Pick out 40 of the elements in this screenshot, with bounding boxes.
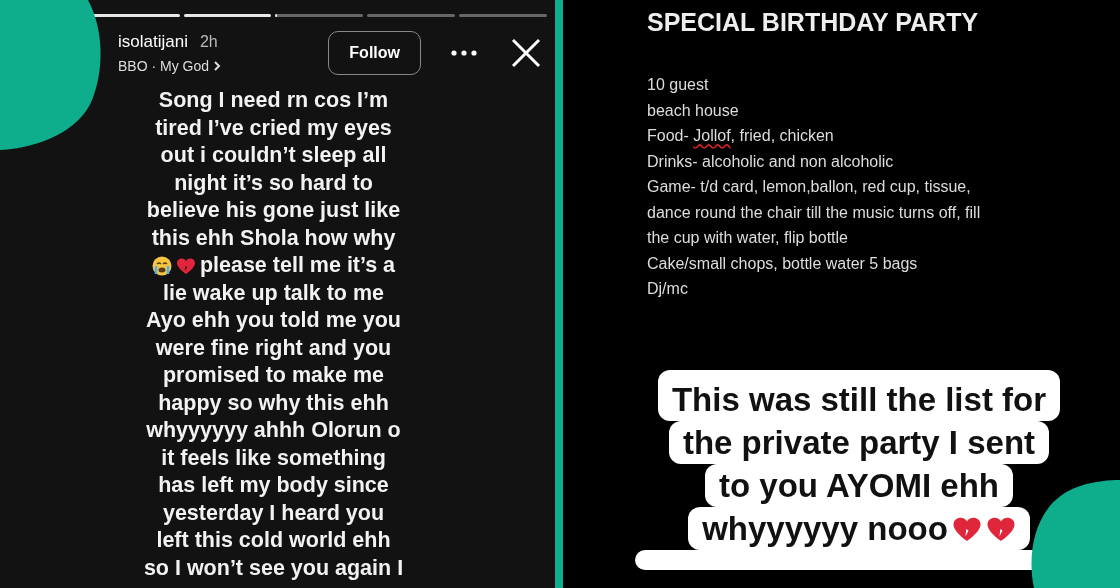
list-item: beach house	[647, 102, 740, 121]
caption-text: to you AYOMI ehh	[705, 464, 1013, 507]
list-item: 10 guest	[647, 77, 710, 95]
caption-text: This was still the list for	[657, 370, 1061, 421]
story-text-line: were fine right and you	[155, 334, 392, 362]
story-text-line: has left my body since	[158, 472, 389, 499]
list-item: Drinks- alcoholic and non alcoholic	[647, 153, 895, 172]
story-text-line: it feels like something	[161, 444, 386, 472]
story-text-line: so I won’t see you again I	[143, 554, 404, 582]
music-label[interactable]: BBO · My God	[118, 58, 210, 74]
list-item: Cake/small chops, bottle water 5 bags	[647, 255, 919, 274]
chevron-right-icon	[213, 60, 222, 72]
story-text-line: left this cold world ehh	[156, 527, 391, 554]
note-title: SPECIAL BIRTHDAY PARTY	[647, 8, 980, 37]
story-text-line: Song I need rn cos I’m	[158, 87, 389, 114]
caption-text: the private party I sent	[668, 421, 1050, 464]
follow-button[interactable]: Follow	[328, 31, 421, 75]
post-time: 2h	[199, 33, 218, 51]
story-text-line: lie wake up talk to me	[162, 279, 384, 307]
list-item: the cup with water, flip bottle	[647, 230, 849, 248]
list-item: Dj/mc	[647, 281, 689, 299]
story-text-line: whyyyyyy ahhh Olorun o	[146, 417, 401, 444]
story-text-line: tired I’ve cried my eyes	[155, 114, 392, 142]
crying-face-icon	[151, 255, 172, 276]
story-text-line: happy so why this ehh	[158, 389, 389, 417]
story-text-line: out i couldn’t sleep all	[160, 142, 387, 169]
list-item: Game- t/d card, lemon,ballon, red cup, tissue,	[647, 179, 972, 197]
list-item: dance round the chair till the music turns off, fill	[647, 204, 982, 223]
caption-text: whyyyyyy nooo	[688, 507, 1030, 550]
username[interactable]: isolatijani	[118, 32, 188, 52]
story-text-line: promised to make me	[162, 362, 384, 389]
more-icon[interactable]	[451, 50, 477, 56]
story-text-line: Ayo ehh you told me you	[146, 307, 401, 334]
story-text-line: this ehh Shola how why	[151, 224, 396, 252]
story-text-line: believe his gone just like	[146, 197, 401, 224]
story-text-line: yesterday I heard you	[162, 499, 385, 527]
close-icon[interactable]	[511, 38, 541, 68]
story-text-line: please tell me it’s a	[151, 252, 396, 280]
list-item: Food- Jollof, fried, chicken	[647, 128, 835, 146]
story-text-line: night it’s so hard to	[174, 169, 373, 197]
